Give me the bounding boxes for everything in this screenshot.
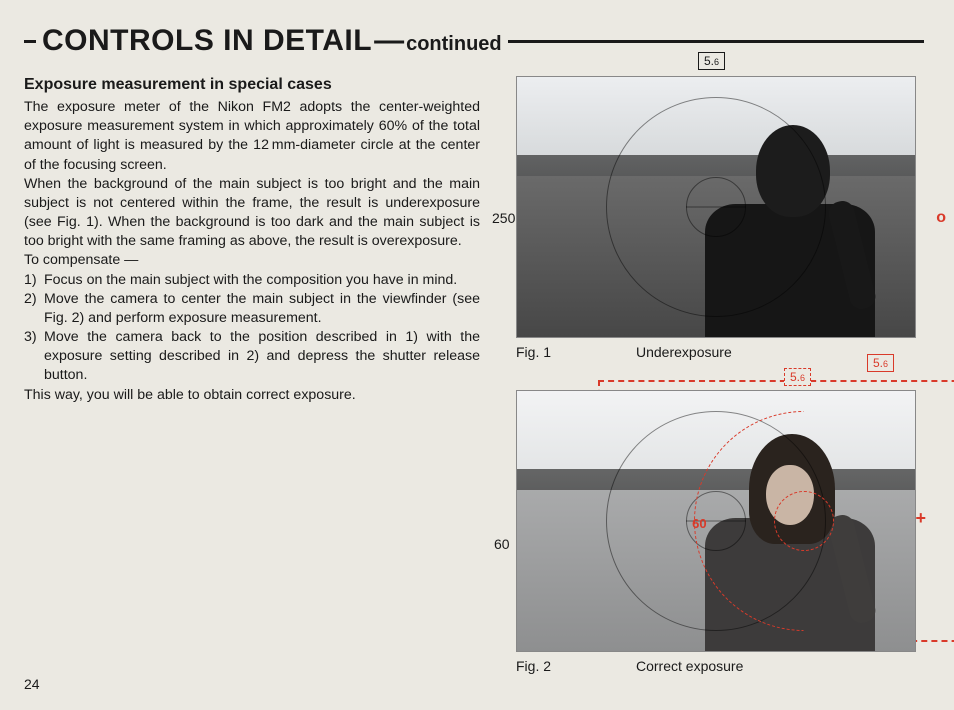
fig2-dashed-shutter-speed: 60 bbox=[692, 516, 706, 531]
figure-2: 5.6 60 60 bbox=[498, 390, 924, 674]
fig2-dashed-aperture-main: 5. bbox=[790, 370, 800, 384]
fig2-dashed-aperture-readout: 5.6 bbox=[784, 368, 811, 386]
fig2-caption: Correct exposure bbox=[636, 658, 743, 674]
step-3-num: 3) bbox=[24, 328, 44, 386]
closing-line: This way, you will be able to obtain cor… bbox=[24, 386, 480, 405]
paragraph-1: The exposure meter of the Nikon FM2 adop… bbox=[24, 98, 480, 175]
content-columns: Exposure measurement in special cases Th… bbox=[24, 76, 924, 674]
rule-right bbox=[508, 40, 924, 43]
body-text: The exposure meter of the Nikon FM2 adop… bbox=[24, 98, 480, 405]
fig1-led-indicator: o bbox=[936, 209, 946, 227]
step-2: 2) Move the camera to center the main su… bbox=[24, 290, 480, 328]
fig2-led-indicator: + bbox=[915, 508, 926, 529]
step-1-num: 1) bbox=[24, 271, 44, 290]
title-block: CONTROLS IN DETAIL — continued bbox=[36, 24, 508, 58]
page-number: 24 bbox=[24, 676, 40, 692]
rule-left bbox=[24, 40, 36, 43]
fig1-photo bbox=[516, 76, 916, 338]
fig1-aperture-main: 5. bbox=[704, 54, 714, 68]
fig1-aperture-readout-red: 5.6 bbox=[867, 354, 894, 372]
fig2-caption-row: Fig. 2 Correct exposure bbox=[516, 658, 924, 674]
fig1-aperture-readout: 5.6 bbox=[698, 52, 725, 70]
fig1-aperture-sub: 6 bbox=[714, 57, 719, 67]
fig2-dashed-aperture-sub: 6 bbox=[800, 373, 805, 383]
step-1-text: Focus on the main subject with the compo… bbox=[44, 271, 480, 290]
fig1-shutter-speed: 250 bbox=[492, 210, 515, 226]
fig2-label: Fig. 2 bbox=[516, 658, 596, 674]
fig2-shutter-speed: 60 bbox=[494, 536, 510, 552]
step-3-text: Move the camera back to the position des… bbox=[44, 328, 480, 386]
step-1: 1) Focus on the main subject with the co… bbox=[24, 271, 480, 290]
fig1-caption: Underexposure bbox=[636, 344, 732, 360]
manual-page: CONTROLS IN DETAIL — continued Exposure … bbox=[0, 0, 954, 710]
fig1-split-line bbox=[686, 207, 746, 208]
fig1-caption-row: Fig. 1 Underexposure bbox=[516, 344, 924, 360]
compensate-label: To compensate — bbox=[24, 251, 480, 270]
fig2-photo: 60 bbox=[516, 390, 916, 652]
fig1-label: Fig. 1 bbox=[516, 344, 596, 360]
step-2-text: Move the camera to center the main subje… bbox=[44, 290, 480, 328]
figure-1: 5.6 250 o Fig. 1 Underexpos bbox=[498, 76, 924, 360]
fig2-dashed-aperture-sub-a: 6 bbox=[883, 359, 888, 369]
step-3: 3) Move the camera back to the position … bbox=[24, 328, 480, 386]
title-main: CONTROLS IN DETAIL bbox=[42, 24, 372, 58]
section-header: CONTROLS IN DETAIL — continued bbox=[24, 24, 924, 58]
figures-column: 5.6 250 o Fig. 1 Underexpos bbox=[498, 76, 924, 674]
title-sub: continued bbox=[406, 33, 502, 56]
subheading: Exposure measurement in special cases bbox=[24, 76, 480, 94]
text-column: Exposure measurement in special cases Th… bbox=[24, 76, 480, 674]
title-dash: — bbox=[374, 24, 404, 58]
step-2-num: 2) bbox=[24, 290, 44, 328]
paragraph-2: When the background of the main subject … bbox=[24, 175, 480, 252]
fig2-dashed-aperture-main-a: 5. bbox=[873, 356, 883, 370]
